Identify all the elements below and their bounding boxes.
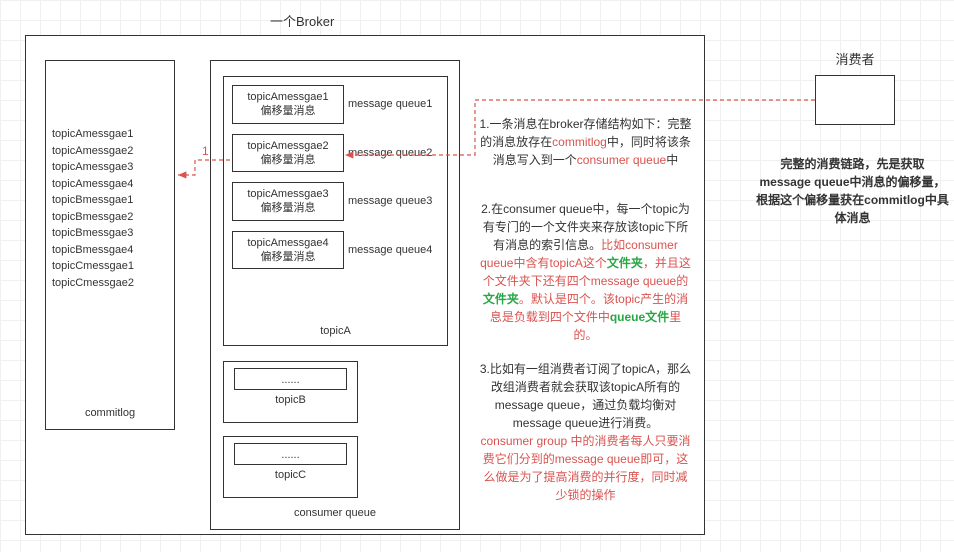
msg-sub: 偏移量消息 bbox=[235, 104, 341, 118]
diagram-title: 一个Broker bbox=[270, 12, 334, 32]
commitlog-box: topicAmessgae1 topicAmessgae2 topicAmess… bbox=[45, 60, 175, 430]
topicB-box: ...... topicB bbox=[223, 361, 358, 423]
commitlog-item: topicCmessgae1 bbox=[52, 258, 168, 275]
topicA-box: topicAmessgae1 偏移量消息 message queue1 topi… bbox=[223, 76, 448, 346]
commitlog-item: topicBmessgae2 bbox=[52, 209, 168, 226]
consumer-queue-label: consumer queue bbox=[211, 503, 459, 523]
commitlog-item: topicCmessgae2 bbox=[52, 275, 168, 292]
msg-queue-label: message queue1 bbox=[348, 98, 432, 110]
consumer-queue-box: topicAmessgae1 偏移量消息 message queue1 topi… bbox=[210, 60, 460, 530]
commitlog-list: topicAmessgae1 topicAmessgae2 topicAmess… bbox=[46, 126, 174, 291]
topicA-label: topicA bbox=[224, 321, 447, 341]
consumer-label: 消费者 bbox=[825, 50, 885, 70]
msg-name: topicAmessgae4 bbox=[235, 236, 341, 250]
annotation-3: 3.比如有一组消费者订阅了topicA，那么改组消费者就会获取该topicA所有… bbox=[478, 360, 693, 504]
msg-sub: 偏移量消息 bbox=[235, 153, 341, 167]
commitlog-item: topicAmessgae4 bbox=[52, 176, 168, 193]
commitlog-item: topicBmessgae4 bbox=[52, 242, 168, 259]
msg-name: topicAmessgae1 bbox=[235, 90, 341, 104]
msg-queue-label: message queue2 bbox=[348, 147, 432, 159]
topicA-msg-box: topicAmessgae2 偏移量消息 bbox=[232, 134, 344, 173]
commitlog-item: topicBmessgae3 bbox=[52, 225, 168, 242]
commitlog-label: commitlog bbox=[46, 403, 174, 423]
commitlog-item: topicBmessgae1 bbox=[52, 192, 168, 209]
topicA-msg-box: topicAmessgae3 偏移量消息 bbox=[232, 182, 344, 221]
topicA-msg-box: topicAmessgae1 偏移量消息 bbox=[232, 85, 344, 124]
topicB-label: topicB bbox=[224, 390, 357, 410]
annotation-1: 1.一条消息在broker存储结构如下：完整的消息放存在commitlog中，同… bbox=[478, 115, 693, 169]
topicA-msg-box: topicAmessgae4 偏移量消息 bbox=[232, 231, 344, 270]
topicC-label: topicC bbox=[224, 465, 357, 485]
topicB-placeholder: ...... bbox=[234, 368, 347, 390]
commitlog-item: topicAmessgae3 bbox=[52, 159, 168, 176]
msg-queue-label: message queue3 bbox=[348, 195, 432, 207]
msg-name: topicAmessgae3 bbox=[235, 187, 341, 201]
commitlog-item: topicAmessgae1 bbox=[52, 126, 168, 143]
consumer-box bbox=[815, 75, 895, 125]
msg-sub: 偏移量消息 bbox=[235, 201, 341, 215]
commitlog-item: topicAmessgae2 bbox=[52, 143, 168, 160]
msg-name: topicAmessgae2 bbox=[235, 139, 341, 153]
consumer-note: 完整的消费链路，先是获取message queue中消息的偏移量，根据这个偏移量… bbox=[755, 155, 950, 227]
topicC-placeholder: ...... bbox=[234, 443, 347, 465]
msg-sub: 偏移量消息 bbox=[235, 250, 341, 264]
msg-queue-label: message queue4 bbox=[348, 244, 432, 256]
topicC-box: ...... topicC bbox=[223, 436, 358, 498]
annotation-2: 2.在consumer queue中，每一个topic为有专门的一个文件夹来存放… bbox=[478, 200, 693, 344]
